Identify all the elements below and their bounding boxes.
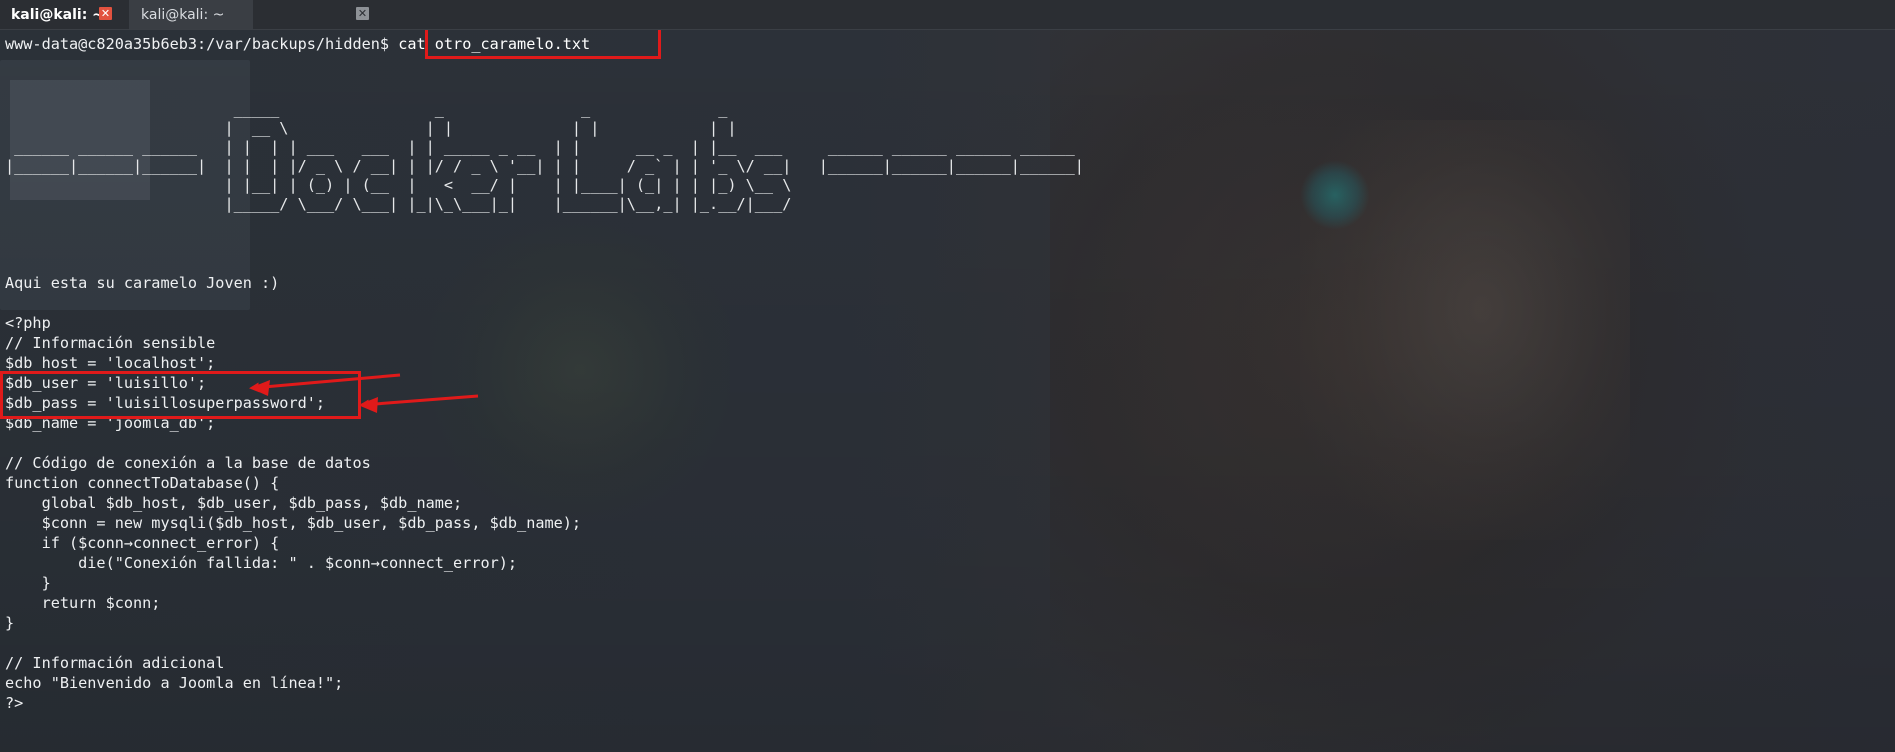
tab-kali-1[interactable]: kali@kali: ~ ✕: [0, 0, 122, 29]
output-line: $conn = new mysqli($db_host, $db_user, $…: [5, 514, 582, 532]
ascii-banner-line: | |__| | (_) | (__ | < __/ | | |____| (_…: [5, 176, 1066, 194]
credentials-highlight-box: [0, 371, 361, 419]
output-line: // Información adicional: [5, 654, 225, 672]
ascii-banner-line: ______ ______ ______ | | | | ___ ___ | |…: [5, 138, 1084, 156]
output-line: ?>: [5, 694, 24, 712]
command-highlight-box: [425, 26, 661, 59]
output-line: <?php: [5, 314, 51, 332]
output-line: Aqui esta su caramelo Joven :): [5, 274, 280, 292]
close-icon[interactable]: ✕: [99, 7, 112, 20]
tab-label: kali@kali: ~: [141, 6, 225, 23]
ascii-banner-line: |_____/ \___/ \___| |_|\_\___|_| |______…: [5, 195, 1066, 213]
ascii-banner-line: |______|______|______| | | | |/ _ \ / __…: [5, 157, 1084, 175]
terminal-tab-bar: kali@kali: ~ ✕ kali@kali: ~ ✕: [0, 0, 1895, 30]
output-line: $db_host = 'localhost';: [5, 354, 216, 372]
tab-kali-2[interactable]: kali@kali: ~ ✕: [129, 0, 369, 29]
output-line: echo "Bienvenido a Joomla en línea!";: [5, 674, 344, 692]
prompt-text: www-data@c820a35b6eb3:/var/backups/hidde…: [5, 35, 399, 53]
ascii-banner-line: | __ \ | | | | | |: [5, 119, 1039, 137]
output-line: function connectToDatabase() {: [5, 474, 280, 492]
file-output: Aqui esta su caramelo Joven :) <?php // In…: [5, 273, 581, 713]
output-line: }: [5, 574, 51, 592]
output-line: return $conn;: [5, 594, 161, 612]
output-line: }: [5, 614, 15, 632]
output-line: // Información sensible: [5, 334, 216, 352]
dockerlabs-ascii-banner: _____ _ _ _ | __ \ | | | | | | ______ __…: [5, 100, 1084, 214]
tab-label: kali@kali: ~: [11, 6, 104, 23]
output-line: if ($conn→connect_error) {: [5, 534, 280, 552]
close-icon[interactable]: ✕: [356, 7, 369, 20]
ascii-banner-line: _____ _ _ _: [5, 100, 1039, 118]
output-line: global $db_host, $db_user, $db_pass, $db…: [5, 494, 463, 512]
output-line: // Código de conexión a la base de datos: [5, 454, 371, 472]
output-line: die("Conexión fallida: " . $conn→connect…: [5, 554, 518, 572]
